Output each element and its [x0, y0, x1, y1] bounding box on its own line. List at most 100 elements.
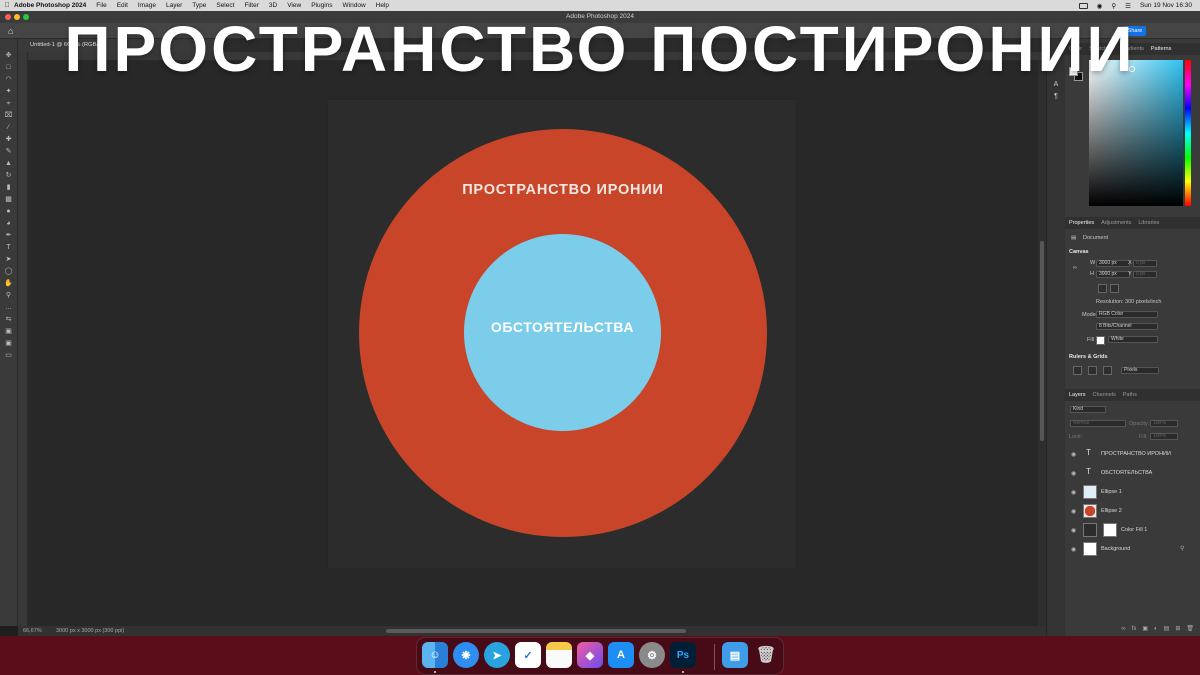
- eyedropper-tool-icon[interactable]: ⁄: [4, 123, 13, 132]
- blur-tool-icon[interactable]: ●: [4, 207, 13, 216]
- dodge-tool-icon[interactable]: ◕: [4, 219, 13, 228]
- history-brush-tool-icon[interactable]: ↻: [4, 171, 13, 180]
- zoom-level[interactable]: 66,67%: [23, 626, 42, 636]
- opacity-field[interactable]: 100%: [1150, 420, 1178, 427]
- guides-toggle-button[interactable]: [1103, 366, 1112, 375]
- menu-view[interactable]: View: [287, 2, 301, 9]
- menu-edit[interactable]: Edit: [117, 2, 128, 9]
- tab-paths[interactable]: Paths: [1123, 392, 1137, 398]
- photoshop-icon[interactable]: Ps: [670, 642, 696, 668]
- menu-help[interactable]: Help: [376, 2, 389, 9]
- fill-color-swatch[interactable]: [1096, 336, 1105, 345]
- screen-mode-icon[interactable]: ▭: [4, 351, 13, 360]
- ruler-toggle-button[interactable]: [1073, 366, 1082, 375]
- zoom-tool-icon[interactable]: ⚲: [4, 291, 13, 300]
- inner-circle-label[interactable]: ОБСТОЯТЕЛЬСТВА: [464, 319, 661, 335]
- tab-layers[interactable]: Layers: [1069, 392, 1086, 398]
- foreground-background-colors[interactable]: ▣: [4, 327, 13, 336]
- magic-wand-tool-icon[interactable]: ✦: [4, 87, 13, 96]
- ruler-units-select[interactable]: Pixels: [1121, 367, 1159, 374]
- healing-tool-icon[interactable]: ✚: [4, 135, 13, 144]
- layer-filter-kind-select[interactable]: Kind: [1070, 406, 1106, 413]
- menu-type[interactable]: Type: [192, 2, 206, 9]
- tab-libraries[interactable]: Libraries: [1138, 220, 1159, 226]
- tab-properties[interactable]: Properties: [1069, 220, 1094, 226]
- vertical-scrollbar[interactable]: [1038, 61, 1046, 626]
- menu-window[interactable]: Window: [343, 2, 366, 9]
- trash-icon[interactable]: 🗑: [753, 642, 779, 668]
- paragraph-panel-icon[interactable]: ¶: [1054, 93, 1058, 100]
- new-group-icon[interactable]: ▤: [1164, 625, 1170, 632]
- layer-mask-thumbnail[interactable]: [1103, 523, 1117, 537]
- crop-tool-icon[interactable]: ⌖: [4, 99, 13, 108]
- stamp-tool-icon[interactable]: ▲: [4, 159, 13, 168]
- frame-tool-icon[interactable]: ⌧: [4, 111, 13, 120]
- downloads-folder-icon[interactable]: ▤: [722, 642, 748, 668]
- brush-tool-icon[interactable]: ✎: [4, 147, 13, 156]
- blend-mode-select[interactable]: Normal: [1070, 420, 1126, 427]
- more-tools-icon[interactable]: …: [4, 303, 13, 312]
- menu-image[interactable]: Image: [138, 2, 156, 9]
- menu-filter[interactable]: Filter: [244, 2, 258, 9]
- gradient-tool-icon[interactable]: ▩: [4, 195, 13, 204]
- keynote-icon[interactable]: ◆: [577, 642, 603, 668]
- hand-tool-icon[interactable]: ✋: [4, 279, 13, 288]
- battery-icon[interactable]: [1078, 2, 1088, 9]
- visibility-eye-icon[interactable]: ◉: [1071, 489, 1076, 496]
- type-tool-icon[interactable]: T: [4, 243, 13, 252]
- control-center-icon[interactable]: ☰: [1125, 2, 1131, 10]
- app-store-icon[interactable]: A: [608, 642, 634, 668]
- y-field[interactable]: 0 px: [1133, 271, 1157, 278]
- menubar-clock[interactable]: Sun 19 Nov 16:30: [1140, 2, 1192, 9]
- visibility-eye-icon[interactable]: ◉: [1071, 508, 1076, 515]
- rulers-grids-header[interactable]: Rulers & Grids: [1069, 354, 1108, 360]
- swap-colors-icon[interactable]: ⇆: [4, 315, 13, 324]
- link-dimensions-icon[interactable]: ∞: [1073, 265, 1077, 271]
- link-layers-icon[interactable]: ∞: [1121, 626, 1125, 632]
- pen-tool-icon[interactable]: ✒: [4, 231, 13, 240]
- height-field[interactable]: 3000 px: [1096, 271, 1130, 278]
- lock-icon[interactable]: ⚲: [1180, 545, 1184, 552]
- visibility-eye-icon[interactable]: ◉: [1071, 546, 1076, 553]
- fill-opacity-field[interactable]: 100%: [1150, 433, 1178, 440]
- system-settings-icon[interactable]: ⚙: [639, 642, 665, 668]
- horizontal-scroll-thumb[interactable]: [386, 629, 686, 633]
- document-info[interactable]: 3000 px x 3000 px (300 ppi): [56, 626, 124, 636]
- fill-select[interactable]: White: [1108, 336, 1158, 343]
- width-field[interactable]: 3000 px: [1096, 260, 1130, 267]
- layer-row[interactable]: ◉ Background ⚲: [1065, 540, 1200, 559]
- canvas-section-header[interactable]: Canvas: [1069, 249, 1089, 255]
- layer-row[interactable]: ◉ T ПРОСТРАНСТВО ИРОНИИ: [1065, 445, 1200, 464]
- tab-channels[interactable]: Channels: [1093, 392, 1116, 398]
- bit-depth-select[interactable]: 8 Bits/Channel: [1096, 323, 1158, 330]
- wifi-icon[interactable]: ◉: [1097, 2, 1103, 10]
- menu-plugins[interactable]: Plugins: [311, 2, 332, 9]
- portrait-orientation-button[interactable]: [1098, 284, 1107, 293]
- layer-row[interactable]: ◉ Ellipse 2: [1065, 502, 1200, 521]
- delete-layer-icon[interactable]: 🗑: [1186, 625, 1194, 632]
- visibility-eye-icon[interactable]: ◉: [1071, 451, 1076, 458]
- notes-icon[interactable]: [546, 642, 572, 668]
- grid-toggle-button[interactable]: [1088, 366, 1097, 375]
- quick-mask-icon[interactable]: ▣: [4, 339, 13, 348]
- outer-circle-label[interactable]: ПРОСТРАНСТВО ИРОНИИ: [383, 182, 743, 198]
- vertical-scroll-thumb[interactable]: [1040, 241, 1044, 441]
- search-icon[interactable]: ⚲: [1111, 2, 1116, 10]
- layer-style-icon[interactable]: fx: [1132, 626, 1137, 632]
- add-mask-icon[interactable]: ▣: [1142, 625, 1148, 632]
- eraser-tool-icon[interactable]: ▮: [4, 183, 13, 192]
- new-layer-icon[interactable]: ⊞: [1175, 625, 1180, 632]
- visibility-eye-icon[interactable]: ◉: [1071, 527, 1076, 534]
- tab-adjustments[interactable]: Adjustments: [1101, 220, 1131, 226]
- finder-icon[interactable]: ☺: [422, 642, 448, 668]
- adjustment-layer-icon[interactable]: ◐: [1154, 626, 1158, 632]
- apple-icon[interactable]: : [0, 2, 14, 9]
- menu-app-name[interactable]: Adobe Photoshop 2024: [14, 2, 86, 9]
- menu-3d[interactable]: 3D: [269, 2, 277, 9]
- shape-tool-icon[interactable]: ◯: [4, 267, 13, 276]
- mode-select[interactable]: RGB Color: [1096, 311, 1158, 318]
- reminders-icon[interactable]: ✓: [515, 642, 541, 668]
- path-select-tool-icon[interactable]: ➤: [4, 255, 13, 264]
- visibility-eye-icon[interactable]: ◉: [1071, 470, 1076, 477]
- layer-row[interactable]: ◉ Ellipse 1: [1065, 483, 1200, 502]
